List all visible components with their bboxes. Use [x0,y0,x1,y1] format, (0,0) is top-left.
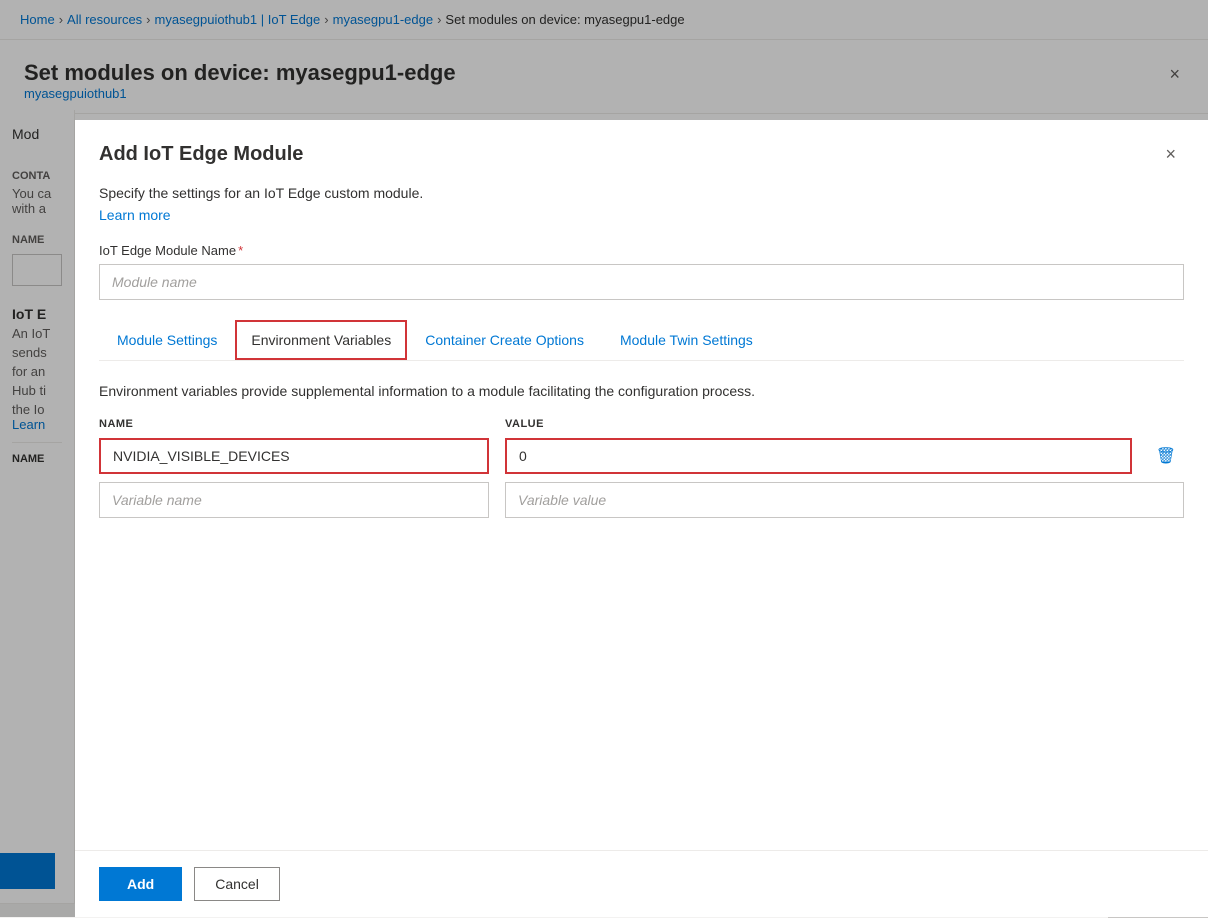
add-button[interactable]: Add [99,867,182,901]
tab-module-twin-settings[interactable]: Module Twin Settings [602,320,771,360]
module-name-input[interactable] [99,264,1184,300]
learn-more-link[interactable]: Learn more [99,207,171,223]
env-vars-description: Environment variables provide supplement… [99,381,1184,402]
name-column-header: NAME [99,418,489,430]
tabs: Module Settings Environment Variables Co… [99,320,1184,360]
env-row-1-value-input[interactable] [505,438,1132,474]
tabs-container: Module Settings Environment Variables Co… [99,320,1184,361]
env-row-2-name-input[interactable] [99,482,489,518]
env-row-1-name-input[interactable] [99,438,489,474]
modal-header: Add IoT Edge Module × [75,120,1208,169]
modal-description: Specify the settings for an IoT Edge cus… [99,185,1184,201]
module-name-field-section: IoT Edge Module Name* [99,243,1184,300]
env-vars-tab-content: Environment variables provide supplement… [99,381,1184,518]
tab-module-settings[interactable]: Module Settings [99,320,235,360]
env-table-header: NAME VALUE [99,418,1184,430]
env-vars-table: NAME VALUE 🗑 [99,418,1184,518]
modal-footer: Add Cancel [75,850,1208,917]
tab-container-create-options[interactable]: Container Create Options [407,320,602,360]
modal-close-button[interactable]: × [1157,140,1184,169]
env-row-1-delete-button[interactable]: 🗑 [1148,442,1184,470]
env-row-1: 🗑 [99,438,1184,474]
env-row-2 [99,482,1184,518]
cancel-button[interactable]: Cancel [194,867,280,901]
module-name-label: IoT Edge Module Name* [99,243,1184,258]
modal-title: Add IoT Edge Module [99,143,303,166]
tab-environment-variables[interactable]: Environment Variables [235,320,407,360]
modal-body: Specify the settings for an IoT Edge cus… [75,169,1208,850]
env-row-2-value-input[interactable] [505,482,1184,518]
value-column-header: VALUE [505,418,1184,430]
modal-dialog: Add IoT Edge Module × Specify the settin… [75,120,1208,917]
